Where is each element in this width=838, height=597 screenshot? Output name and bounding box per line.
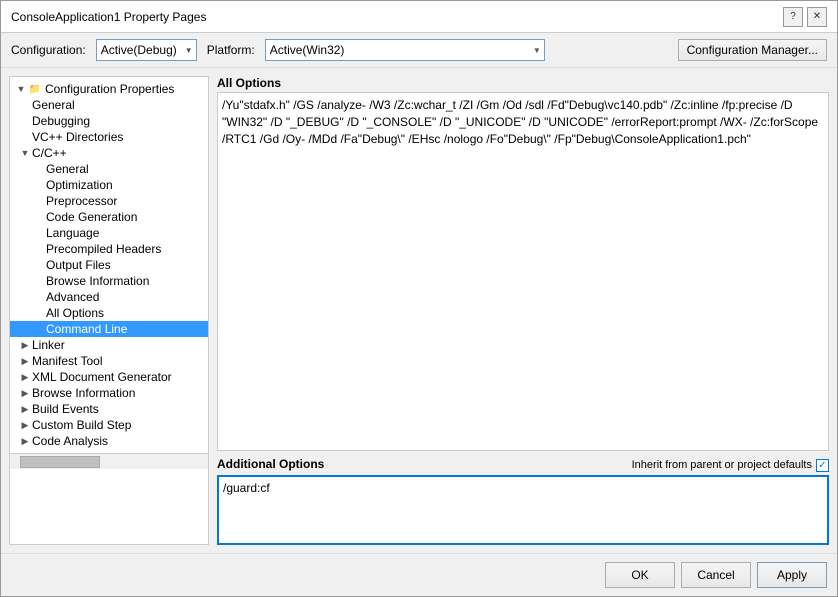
expand-xml-icon: ▶	[18, 370, 32, 384]
tree-item-cpp-language[interactable]: Language	[10, 225, 208, 241]
tree-item-label: Language	[46, 226, 99, 240]
tree-item-cpp[interactable]: ▼ C/C++	[10, 145, 208, 161]
tree-item-label: Custom Build Step	[32, 418, 131, 432]
tree-item-general[interactable]: General	[10, 97, 208, 113]
all-options-content: /Yu"stdafx.h" /GS /analyze- /W3 /Zc:wcha…	[222, 98, 818, 146]
tree-item-cpp-general[interactable]: General	[10, 161, 208, 177]
platform-label: Platform:	[207, 43, 255, 57]
tree-item-label: All Options	[46, 306, 104, 320]
inherit-checkbox[interactable]: ✓	[816, 459, 829, 472]
tree-item-label: Advanced	[46, 290, 99, 304]
title-bar: ConsoleApplication1 Property Pages ? ✕	[1, 1, 837, 33]
tree-item-browse-info[interactable]: ▶ Browse Information	[10, 385, 208, 401]
tree-item-label: C/C++	[32, 146, 67, 160]
tree-item-cpp-preprocessor[interactable]: Preprocessor	[10, 193, 208, 209]
tree-item-label: General	[46, 162, 89, 176]
tree-item-cpp-output[interactable]: Output Files	[10, 257, 208, 273]
additional-section: Additional Options Inherit from parent o…	[217, 457, 829, 545]
inherit-label: Inherit from parent or project defaults …	[632, 459, 829, 472]
tree-item-vcdirs[interactable]: VC++ Directories	[10, 129, 208, 145]
tree-item-label: Precompiled Headers	[46, 242, 161, 256]
config-select-wrapper: Active(Debug)	[96, 39, 197, 61]
tree-item-cpp-optimization[interactable]: Optimization	[10, 177, 208, 193]
tree-item-label: Browse Information	[46, 274, 149, 288]
tree-item-debugging[interactable]: Debugging	[10, 113, 208, 129]
tree-item-label: Manifest Tool	[32, 354, 102, 368]
tree-item-label: Preprocessor	[46, 194, 117, 208]
tree-root-label: Configuration Properties	[45, 82, 174, 96]
main-content: ▼ 📁 Configuration Properties General Deb…	[1, 68, 837, 553]
all-options-label: All Options	[217, 76, 829, 90]
additional-label: Additional Options	[217, 457, 324, 471]
tree-item-label: General	[32, 98, 75, 112]
config-manager-button[interactable]: Configuration Manager...	[678, 39, 827, 61]
additional-input[interactable]: /guard:cf	[217, 475, 829, 545]
tree-item-label: Command Line	[46, 322, 127, 336]
platform-select[interactable]: Active(Win32)	[265, 39, 545, 61]
expand-code-icon: ▶	[18, 434, 32, 448]
inherit-text: Inherit from parent or project defaults	[632, 459, 812, 471]
tree-panel: ▼ 📁 Configuration Properties General Deb…	[9, 76, 209, 545]
expand-root-icon: ▼	[14, 82, 28, 96]
folder-icon: 📁	[28, 82, 42, 96]
expand-build-icon: ▶	[18, 402, 32, 416]
expand-custom-icon: ▶	[18, 418, 32, 432]
tree-item-xml-doc[interactable]: ▶ XML Document Generator	[10, 369, 208, 385]
tree-item-label: Code Generation	[46, 210, 137, 224]
footer: OK Cancel Apply	[1, 553, 837, 596]
expand-browse-icon: ▶	[18, 386, 32, 400]
tree-item-label: Output Files	[46, 258, 111, 272]
cancel-button[interactable]: Cancel	[681, 562, 751, 588]
tree-item-label: XML Document Generator	[32, 370, 172, 384]
additional-header: Additional Options Inherit from parent o…	[217, 457, 829, 473]
expand-cpp-icon: ▼	[18, 146, 32, 160]
help-button[interactable]: ?	[783, 7, 803, 27]
tree-item-cpp-browse[interactable]: Browse Information	[10, 273, 208, 289]
title-controls: ? ✕	[783, 7, 827, 27]
tree-item-custom-build[interactable]: ▶ Custom Build Step	[10, 417, 208, 433]
tree-item-label: Debugging	[32, 114, 90, 128]
right-panel: All Options /Yu"stdafx.h" /GS /analyze- …	[217, 76, 829, 545]
dialog: ConsoleApplication1 Property Pages ? ✕ C…	[0, 0, 838, 597]
close-button[interactable]: ✕	[807, 7, 827, 27]
tree-item-cpp-cmdline[interactable]: Command Line	[10, 321, 208, 337]
tree-item-label: Browse Information	[32, 386, 135, 400]
apply-button[interactable]: Apply	[757, 562, 827, 588]
expand-linker-icon: ▶	[18, 338, 32, 352]
tree-item-cpp-alloptions[interactable]: All Options	[10, 305, 208, 321]
tree-item-label: Optimization	[46, 178, 113, 192]
hscroll-thumb[interactable]	[20, 456, 100, 468]
tree-root: ▼ 📁 Configuration Properties General Deb…	[10, 77, 208, 453]
config-select[interactable]: Active(Debug)	[96, 39, 197, 61]
config-row: Configuration: Active(Debug) Platform: A…	[1, 33, 837, 68]
tree-item-linker[interactable]: ▶ Linker	[10, 337, 208, 353]
expand-manifest-icon: ▶	[18, 354, 32, 368]
config-label: Configuration:	[11, 43, 86, 57]
tree-item-label: Build Events	[32, 402, 99, 416]
tree-hscroll[interactable]	[10, 453, 208, 469]
tree-item-cpp-codegen[interactable]: Code Generation	[10, 209, 208, 225]
tree-item-code-analysis[interactable]: ▶ Code Analysis	[10, 433, 208, 449]
hscroll-track	[10, 454, 208, 469]
tree-item-label: VC++ Directories	[32, 130, 123, 144]
platform-select-wrapper: Active(Win32)	[265, 39, 545, 61]
all-options-box: /Yu"stdafx.h" /GS /analyze- /W3 /Zc:wcha…	[217, 92, 829, 451]
all-options-section: All Options /Yu"stdafx.h" /GS /analyze- …	[217, 76, 829, 451]
tree-item-build-events[interactable]: ▶ Build Events	[10, 401, 208, 417]
ok-button[interactable]: OK	[605, 562, 675, 588]
tree-item-cpp-advanced[interactable]: Advanced	[10, 289, 208, 305]
dialog-title: ConsoleApplication1 Property Pages	[11, 10, 206, 24]
tree-item-label: Code Analysis	[32, 434, 108, 448]
tree-item-cpp-precompiled[interactable]: Precompiled Headers	[10, 241, 208, 257]
tree-item-manifest[interactable]: ▶ Manifest Tool	[10, 353, 208, 369]
tree-item-label: Linker	[32, 338, 65, 352]
tree-item-root[interactable]: ▼ 📁 Configuration Properties	[10, 81, 208, 97]
